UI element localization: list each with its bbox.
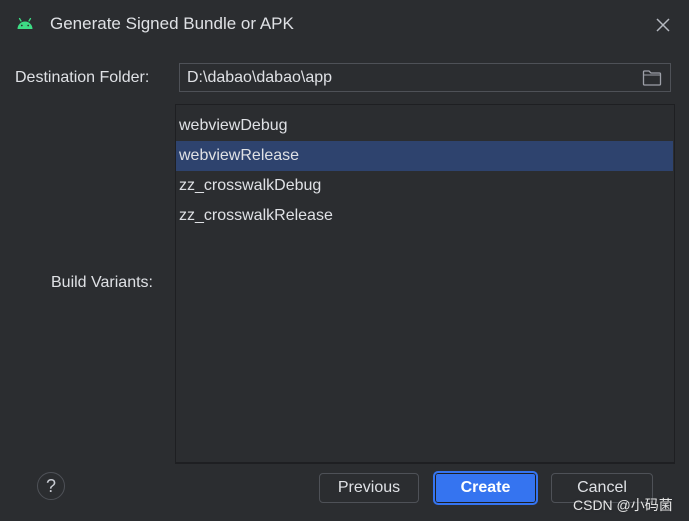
close-icon[interactable] [652, 14, 674, 36]
previous-button[interactable]: Previous [319, 473, 419, 503]
variant-item-crosswalk-debug[interactable]: zz_crosswalkDebug [176, 171, 673, 201]
destination-folder-field[interactable]: D:\dabao\dabao\app [179, 63, 671, 92]
android-icon [17, 17, 33, 29]
destination-folder-label: Destination Folder: [15, 69, 150, 86]
create-button[interactable]: Create [433, 471, 538, 505]
build-variants-label: Build Variants: [51, 274, 153, 291]
folder-icon[interactable] [642, 69, 662, 87]
variant-item-crosswalk-release[interactable]: zz_crosswalkRelease [176, 201, 673, 231]
build-variants-list[interactable]: webviewDebug webviewRelease zz_crosswalk… [175, 104, 675, 464]
help-button[interactable]: ? [37, 472, 65, 500]
title-bar: Generate Signed Bundle or APK [0, 0, 689, 50]
variant-item-webview-release[interactable]: webviewRelease [176, 141, 673, 171]
dialog-title: Generate Signed Bundle or APK [50, 14, 294, 33]
variant-item-webview-debug[interactable]: webviewDebug [176, 111, 673, 141]
destination-folder-value[interactable]: D:\dabao\dabao\app [187, 69, 332, 87]
watermark: CSDN @小码菌 [573, 497, 673, 513]
